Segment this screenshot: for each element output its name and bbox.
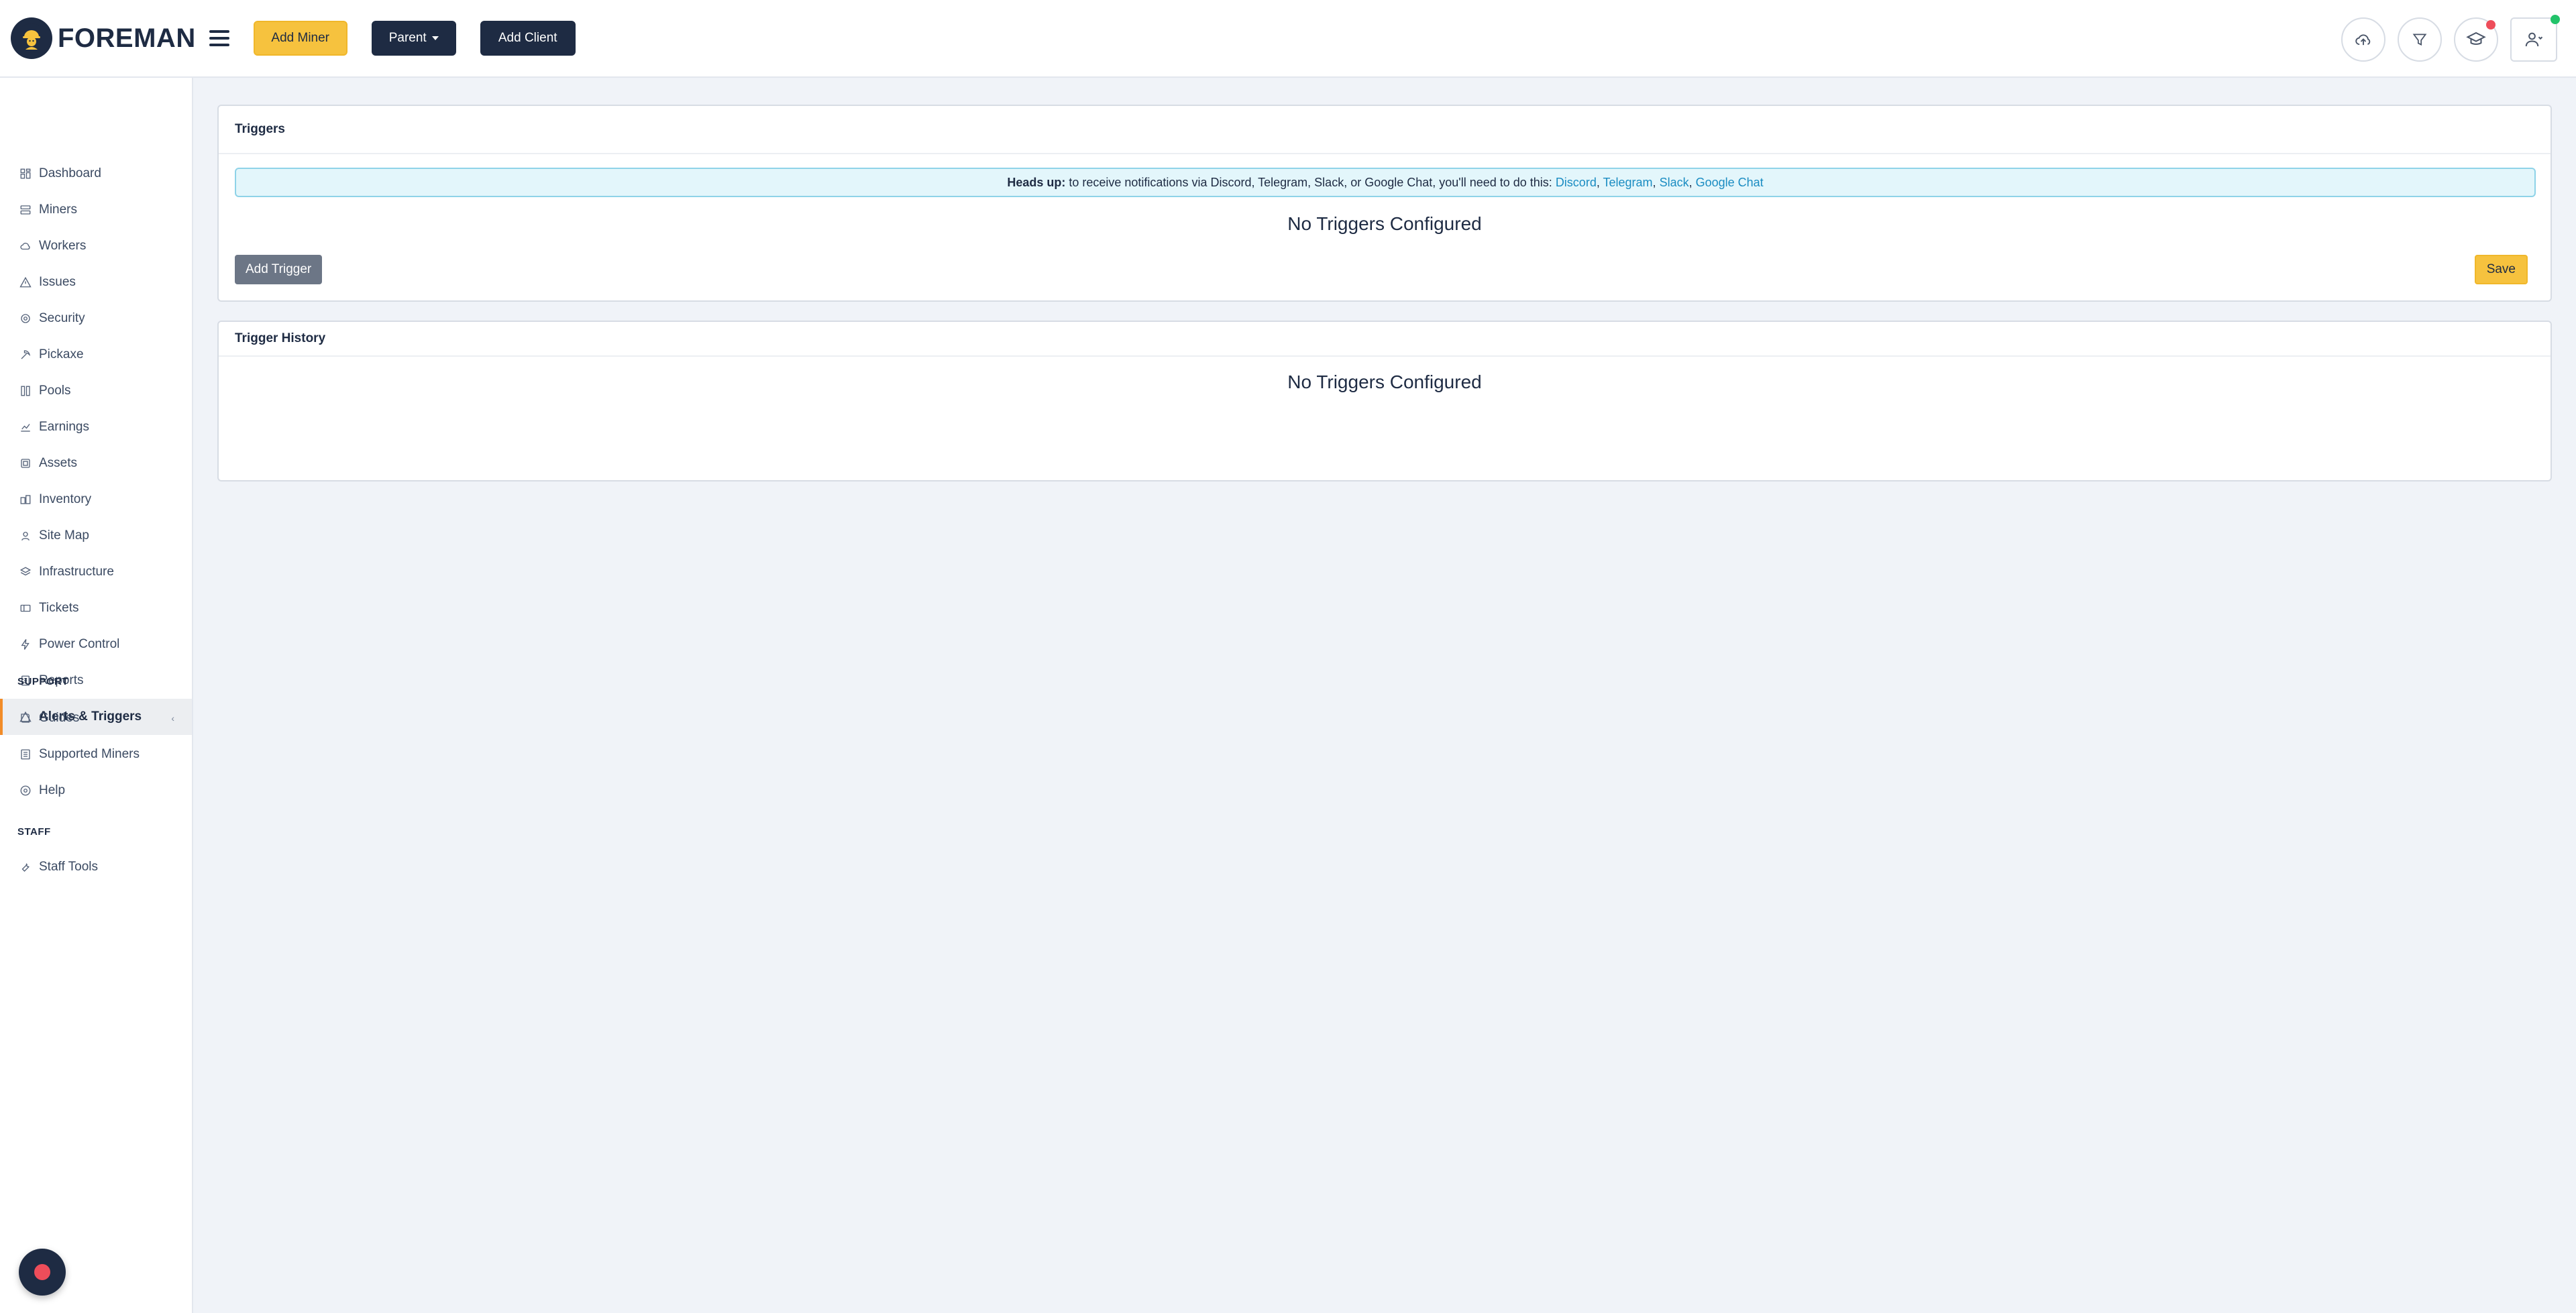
sidebar-item-infrastructure[interactable]: Infrastructure: [0, 554, 192, 590]
alert-text: to receive notifications via Discord, Te…: [1065, 175, 1556, 189]
slack-link[interactable]: Slack: [1660, 176, 1689, 189]
filter-icon: [2412, 34, 2427, 46]
caret-down-icon: [431, 36, 439, 40]
earnings-icon: [19, 420, 32, 434]
sidebar-item-workers[interactable]: Workers: [0, 228, 192, 264]
pickaxe-icon: [19, 348, 32, 361]
trigger-history-card: Trigger History No Triggers Configured: [217, 321, 2552, 481]
add-miner-button[interactable]: Add Miner: [253, 21, 347, 56]
sidebar-item-pickaxe[interactable]: Pickaxe: [0, 337, 192, 373]
sidebar-item-label: Site Map: [39, 528, 89, 543]
sidebar-item-label: Miners: [39, 203, 78, 217]
sidebar-item-label: Pools: [39, 384, 71, 398]
telegram-link[interactable]: Telegram: [1603, 176, 1653, 189]
trigger-history-header: Trigger History: [219, 322, 2551, 357]
online-status-dot: [2551, 15, 2560, 24]
top-right-actions: [2329, 15, 2560, 62]
filter-button[interactable]: [2398, 17, 2442, 62]
notification-dot: [2486, 20, 2496, 30]
graduation-cap-icon: [2466, 32, 2486, 45]
triggers-card: Triggers Heads up: to receive notificati…: [217, 105, 2552, 302]
sidebar-item-miners[interactable]: Miners: [0, 192, 192, 228]
sidebar: Dashboard Miners Workers Issues Security Pick…: [0, 78, 193, 1313]
book-icon: [19, 711, 32, 725]
record-icon: [34, 1264, 50, 1280]
sidebar-item-label: Pickaxe: [39, 347, 84, 361]
upload-button[interactable]: [2341, 17, 2385, 62]
layers-icon: [19, 565, 32, 579]
server-icon: [19, 203, 32, 217]
staff-section-title: STAFF: [17, 826, 51, 838]
sidebar-item-label: Tickets: [39, 601, 79, 615]
sidebar-item-label: Assets: [39, 456, 78, 470]
sidebar-item-tickets[interactable]: Tickets: [0, 590, 192, 626]
inventory-icon: [19, 493, 32, 506]
sidebar-item-dashboard[interactable]: Dashboard: [0, 156, 192, 192]
discord-link[interactable]: Discord: [1556, 176, 1597, 189]
trigger-history-title: Trigger History: [235, 331, 326, 345]
sidebar-item-help[interactable]: Help: [0, 773, 192, 809]
sidebar-item-label: Dashboard: [39, 166, 101, 180]
sidebar-item-inventory[interactable]: Inventory: [0, 481, 192, 518]
cloud-icon: [19, 239, 32, 253]
user-icon: [2525, 32, 2543, 47]
academy-button[interactable]: [2454, 17, 2498, 62]
sidebar-item-label: Help: [39, 783, 66, 797]
cloud-upload-icon: [2355, 34, 2371, 46]
pools-icon: [19, 384, 32, 398]
google-chat-link[interactable]: Google Chat: [1696, 176, 1764, 189]
warning-icon: [19, 276, 32, 289]
logo[interactable]: FOREMAN: [11, 17, 196, 59]
sidebar-item-label: Inventory: [39, 492, 92, 506]
save-button[interactable]: Save: [2474, 255, 2528, 284]
sidebar-item-earnings[interactable]: Earnings: [0, 409, 192, 445]
add-trigger-button[interactable]: Add Trigger: [235, 255, 323, 284]
list-icon: [19, 748, 32, 761]
sidebar-item-site-map[interactable]: Site Map: [0, 518, 192, 554]
sidebar-item-label: Workers: [39, 239, 87, 253]
history-empty-text: No Triggers Configured: [1287, 372, 1482, 392]
parent-dropdown-button[interactable]: Parent: [371, 21, 456, 56]
assets-icon: [19, 457, 32, 470]
sidebar-item-assets[interactable]: Assets: [0, 445, 192, 481]
sidebar-item-pools[interactable]: Pools: [0, 373, 192, 409]
notification-info-alert: Heads up: to receive notifications via D…: [235, 168, 2536, 197]
ticket-icon: [19, 602, 32, 615]
top-bar: FOREMAN Add Miner Parent Add Client: [0, 0, 2576, 78]
triggers-empty-text: No Triggers Configured: [1287, 213, 1482, 234]
support-section-title: SUPPORT: [17, 676, 69, 687]
logo-text: FOREMAN: [58, 23, 196, 53]
sidebar-item-label: Issues: [39, 275, 76, 289]
bolt-icon: [19, 638, 32, 651]
triggers-card-title: Triggers: [235, 122, 285, 136]
sidebar-item-supported-miners[interactable]: Supported Miners: [0, 736, 192, 773]
triggers-card-header: Triggers: [219, 106, 2551, 154]
dashboard-icon: [19, 167, 32, 180]
add-client-button[interactable]: Add Client: [480, 21, 576, 56]
sidebar-item-label: Guides: [39, 711, 80, 725]
user-menu-button[interactable]: [2510, 15, 2560, 62]
tools-icon: [19, 860, 32, 874]
sidebar-item-power-control[interactable]: Power Control: [0, 626, 192, 663]
sidebar-item-issues[interactable]: Issues: [0, 264, 192, 300]
alert-prefix: Heads up:: [1007, 175, 1066, 189]
sidebar-item-label: Security: [39, 311, 85, 325]
map-icon: [19, 529, 32, 543]
menu-toggle-icon[interactable]: [209, 30, 229, 46]
sidebar-item-label: Infrastructure: [39, 565, 114, 579]
parent-dropdown-label: Parent: [388, 31, 427, 45]
sidebar-item-label: Earnings: [39, 420, 89, 434]
sidebar-item-label: Power Control: [39, 637, 120, 651]
help-icon: [19, 784, 32, 797]
sidebar-item-guides[interactable]: Guides ‹: [0, 700, 192, 736]
sidebar-item-security[interactable]: Security: [0, 300, 192, 337]
sidebar-item-label: Supported Miners: [39, 747, 140, 761]
chevron-left-icon[interactable]: ‹: [171, 713, 174, 724]
record-button[interactable]: [19, 1249, 66, 1296]
sidebar-item-staff-tools[interactable]: Staff Tools: [0, 849, 192, 885]
foreman-logo-icon: [11, 17, 52, 59]
shield-icon: [19, 312, 32, 325]
sidebar-item-label: Staff Tools: [39, 860, 99, 874]
